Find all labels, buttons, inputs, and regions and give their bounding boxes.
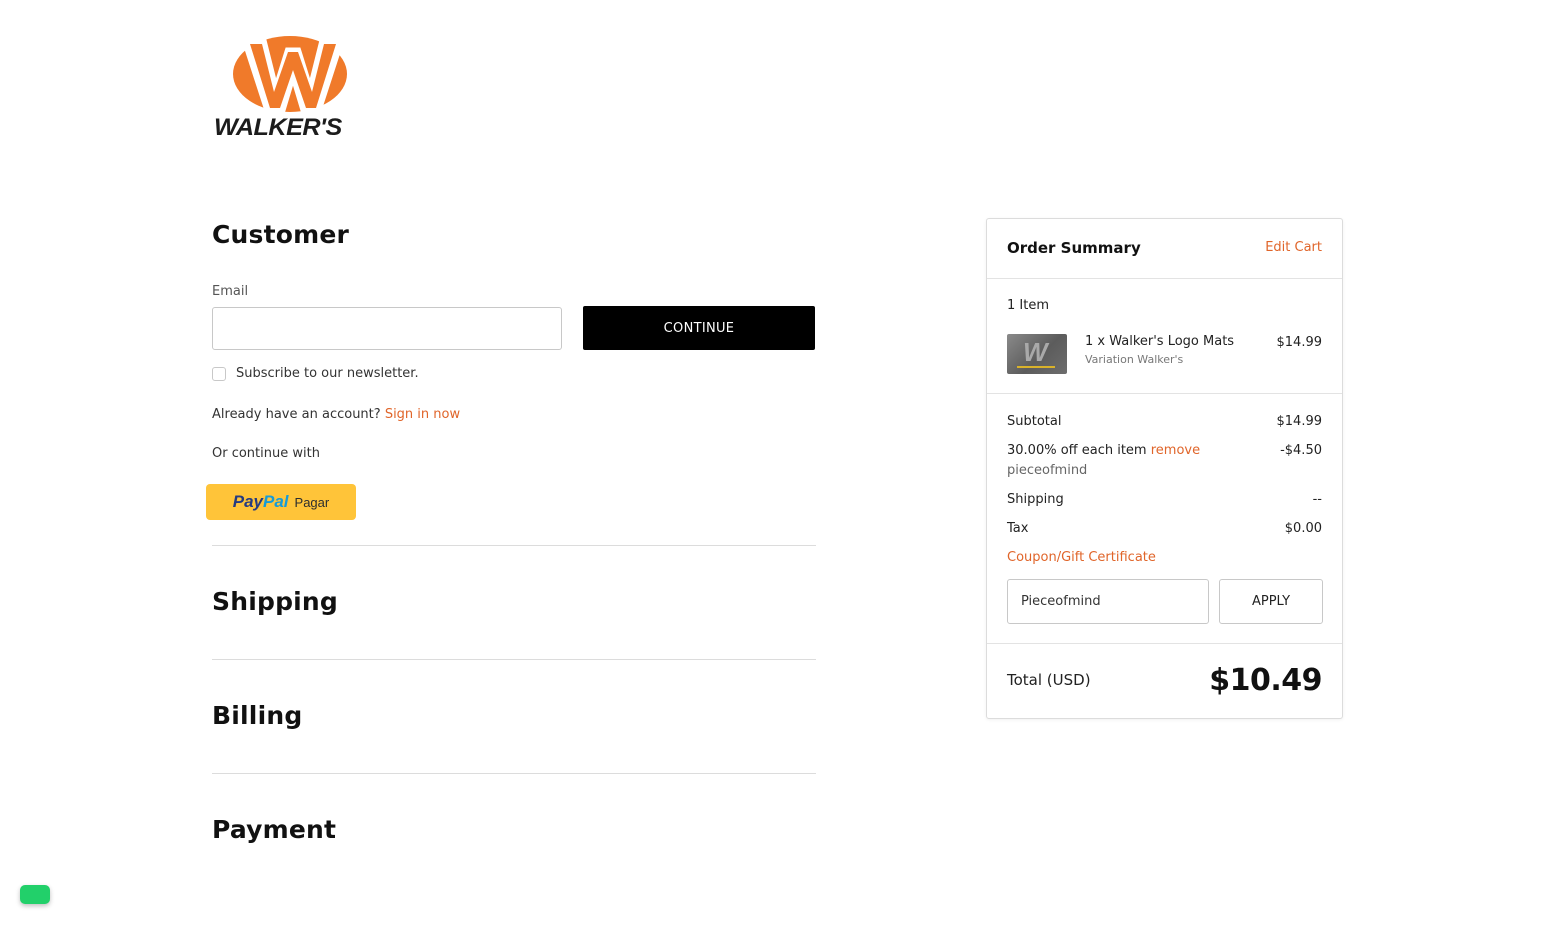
account-prompt-text: Already have an account? [212,407,381,422]
discount-code: pieceofmind [1007,463,1088,478]
coupon-gift-certificate-link[interactable]: Coupon/Gift Certificate [1007,550,1156,565]
walkers-logo[interactable]: WALKER'S [214,36,372,144]
newsletter-label: Subscribe to our newsletter. [236,366,419,381]
shipping-label: Shipping [1007,492,1064,507]
or-continue-text: Or continue with [212,446,320,461]
customer-heading: Customer [212,220,350,249]
apply-coupon-button[interactable]: APPLY [1219,579,1323,624]
paypal-logo-pal: Pal [263,492,289,511]
newsletter-option[interactable]: Subscribe to our newsletter. [212,366,419,381]
chat-widget-button[interactable] [20,885,50,904]
product-price: $14.99 [1276,335,1323,350]
sign-in-link[interactable]: Sign in now [385,407,460,422]
newsletter-checkbox[interactable] [212,366,226,381]
summary-divider [987,278,1342,279]
section-divider [212,545,816,546]
discount-label: 30.00% off each item [1007,443,1147,458]
product-name: 1 x Walker's Logo Mats [1085,334,1235,349]
edit-cart-link[interactable]: Edit Cart [1265,240,1322,255]
order-summary: Order Summary Edit Cart 1 Item W 1 x Wal… [986,218,1343,719]
product-stripe [1017,366,1055,368]
paypal-button[interactable]: Pay Pal Pagar [206,484,356,520]
tax-value: $0.00 [1284,521,1322,536]
shipping-heading: Shipping [212,587,339,616]
account-prompt-line: Already have an account? Sign in now [212,407,460,422]
discount-line: 30.00% off each item remove [1007,443,1200,458]
subtotal-label: Subtotal [1007,414,1062,429]
checkout-page: WALKER'S Customer Email CONTINUE Subscri… [0,0,1555,925]
logo-wordmark: WALKER'S [214,114,342,141]
coupon-input[interactable] [1007,579,1209,624]
product-logo-icon: W [1023,337,1048,367]
tax-label: Tax [1007,521,1029,536]
payment-heading: Payment [212,815,337,844]
email-input[interactable] [212,307,562,350]
remove-discount-link[interactable]: remove [1151,443,1200,458]
continue-button[interactable]: CONTINUE [583,306,815,350]
discount-value: -$4.50 [1280,443,1322,458]
total-value: $10.49 [1209,663,1322,698]
total-label: Total (USD) [1007,671,1091,689]
walkers-logo-mark [233,36,347,115]
shipping-value: -- [1312,492,1322,507]
paypal-action-label: Pagar [294,494,330,510]
product-variation: Variation Walker's [1085,353,1184,366]
summary-divider [987,643,1342,644]
section-divider [212,773,816,774]
paypal-logo-pay: Pay [232,492,263,511]
item-count: 1 Item [1007,298,1049,313]
section-divider [212,659,816,660]
product-thumbnail: W [1007,334,1067,374]
billing-heading: Billing [212,701,303,730]
email-label: Email [212,284,249,299]
subtotal-value: $14.99 [1276,414,1323,429]
summary-divider [987,393,1342,394]
order-summary-title: Order Summary [1007,239,1141,257]
